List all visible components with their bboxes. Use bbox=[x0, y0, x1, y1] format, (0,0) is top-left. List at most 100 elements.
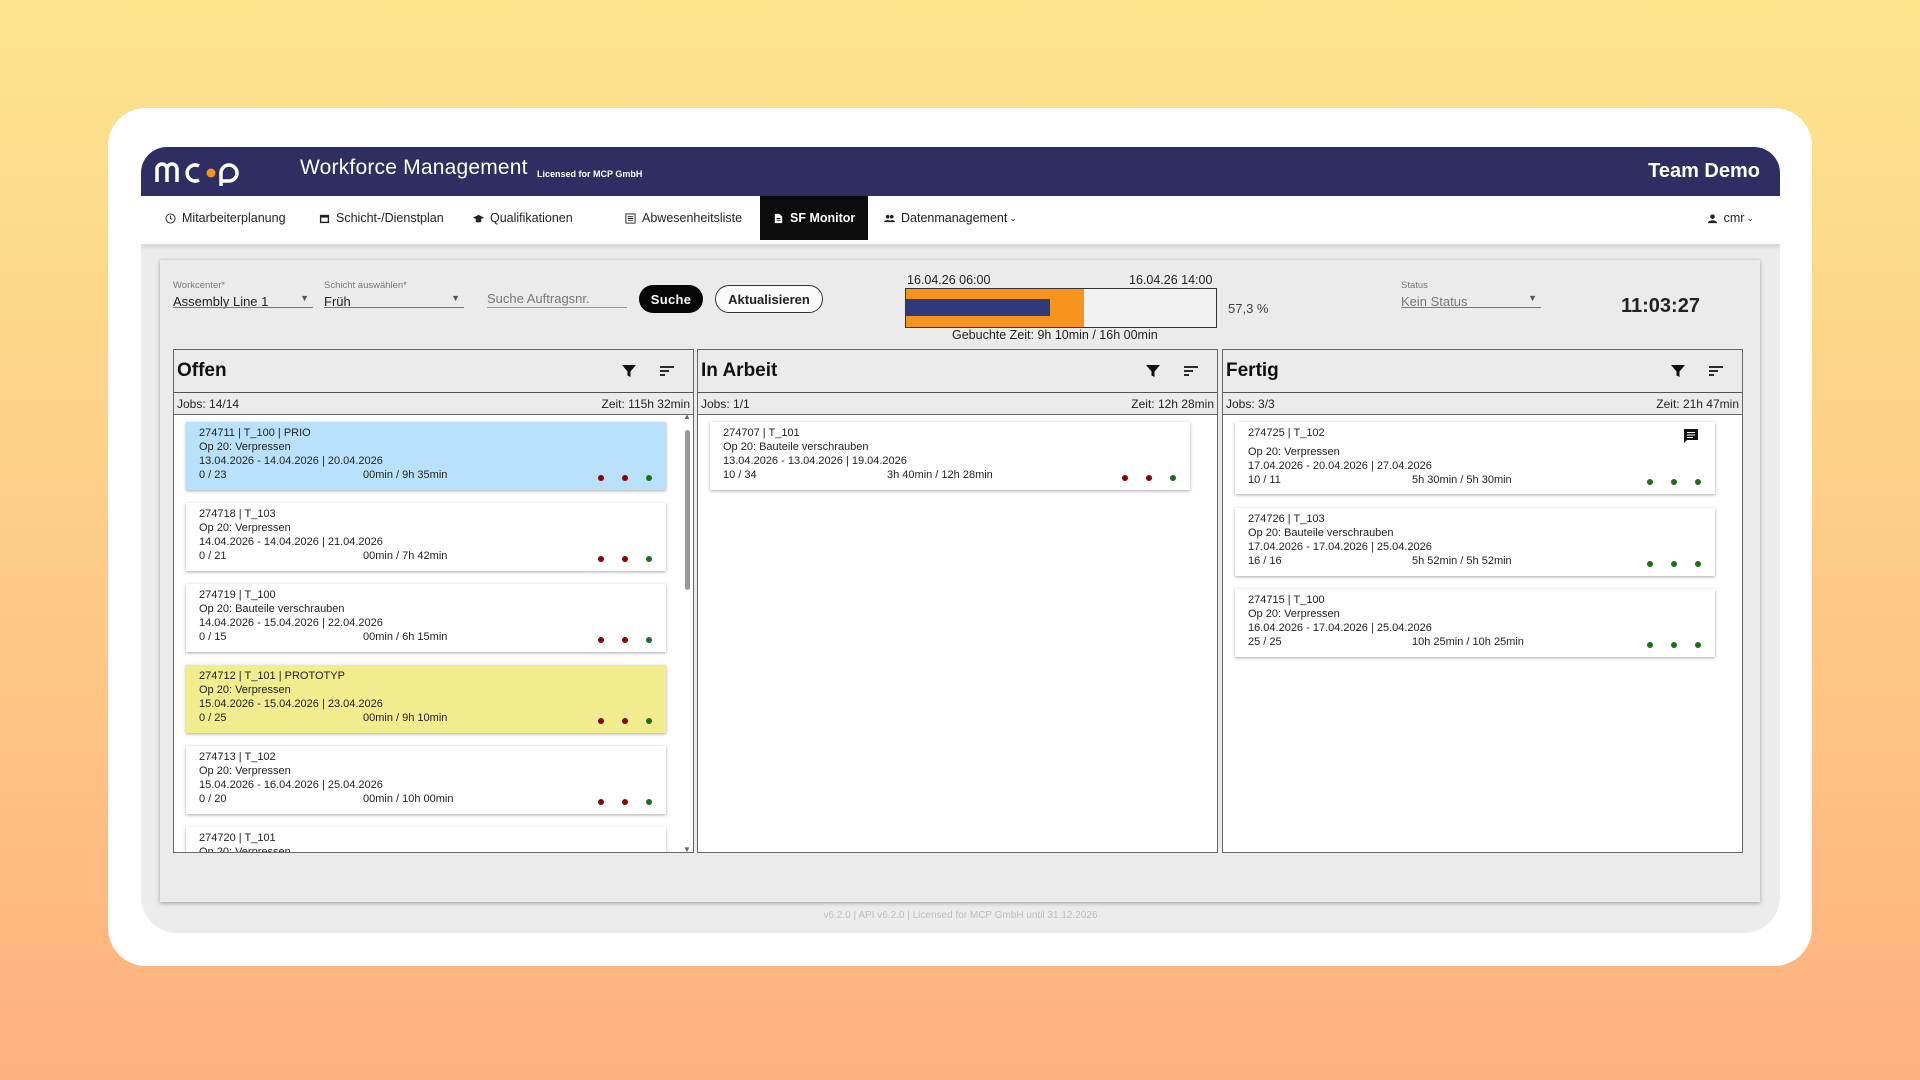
job-operation: Op 20: Verpressen bbox=[199, 684, 291, 696]
job-operation: Op 20: Verpressen bbox=[199, 441, 291, 453]
dropdown-caret-icon: ▼ bbox=[451, 293, 460, 303]
job-operation: Op 20: Bauteile verschrauben bbox=[723, 441, 869, 453]
graduation-cap-icon bbox=[473, 214, 484, 222]
scroll-thumb[interactable] bbox=[685, 430, 690, 590]
status-dot bbox=[598, 718, 604, 724]
workcenter-select[interactable]: Workcenter* Assembly Line 1 ▼ bbox=[173, 280, 313, 309]
comment-icon[interactable] bbox=[1683, 428, 1699, 444]
sort-icon[interactable] bbox=[1708, 363, 1724, 379]
sort-icon[interactable] bbox=[659, 363, 675, 379]
status-dot bbox=[598, 556, 604, 562]
dropdown-caret-icon: ▼ bbox=[1528, 293, 1537, 303]
job-card[interactable]: 274715 | T_100 Op 20: Verpressen 16.04.2… bbox=[1235, 589, 1715, 657]
chevron-down-icon: ⌄ bbox=[1009, 212, 1017, 223]
column-title: Offen bbox=[177, 360, 227, 381]
sort-icon[interactable] bbox=[1183, 363, 1199, 379]
app-window: Workforce Management Licensed for MCP Gm… bbox=[141, 147, 1780, 933]
job-operation: Op 20: Bauteile verschrauben bbox=[199, 603, 345, 615]
nav-mitarbeiterplanung[interactable]: Mitarbeiterplanung bbox=[155, 196, 296, 240]
status-dot bbox=[622, 718, 628, 724]
main-nav: Mitarbeiterplanung Schicht-/Dienstplan Q… bbox=[141, 196, 1780, 245]
jobs-count: Jobs: 14/14 bbox=[177, 397, 240, 411]
nav-schichtplan[interactable]: Schicht-/Dienstplan bbox=[309, 196, 454, 240]
app-title: Workforce Management bbox=[300, 156, 528, 179]
nav-sf-monitor[interactable]: SF Monitor bbox=[760, 196, 868, 240]
job-duration: 3h 40min / 12h 28min bbox=[887, 469, 993, 481]
booked-time-progress-bar bbox=[905, 288, 1217, 328]
progress-inner-bar bbox=[906, 299, 1051, 316]
search-button[interactable]: Suche bbox=[639, 285, 703, 313]
time-total: Zeit: 12h 28min bbox=[1131, 397, 1214, 411]
license-label: Licensed for MCP GmbH bbox=[537, 169, 643, 179]
job-operation: Op 20: Verpressen bbox=[199, 522, 291, 534]
job-quantity: 0 / 20 bbox=[199, 793, 227, 805]
job-quantity: 0 / 25 bbox=[199, 712, 227, 724]
nav-datenmanagement[interactable]: Datenmanagement ⌄ bbox=[874, 196, 1027, 240]
job-card[interactable]: 274711 | T_100 | PRIO Op 20: Verpressen … bbox=[186, 422, 666, 490]
job-id: 274711 | T_100 | PRIO bbox=[199, 427, 311, 439]
status-dot bbox=[1146, 475, 1152, 481]
column-title: In Arbeit bbox=[701, 360, 778, 381]
job-dates: 15.04.2026 - 16.04.2026 | 25.04.2026 bbox=[199, 779, 383, 791]
clock-icon bbox=[165, 212, 176, 224]
column-header: Fertig bbox=[1223, 350, 1742, 393]
job-card[interactable]: 274720 | T_101 Op 20: Verpressen bbox=[186, 827, 666, 852]
status-dot bbox=[646, 799, 652, 805]
status-dots bbox=[1122, 475, 1176, 481]
status-dot bbox=[1695, 479, 1701, 485]
filter-icon[interactable] bbox=[1670, 363, 1686, 379]
job-duration: 00min / 10h 00min bbox=[363, 793, 454, 805]
shift-label: Schicht auswählen* bbox=[324, 280, 407, 291]
nav-label: Schicht-/Dienstplan bbox=[336, 211, 444, 225]
nav-abwesenheitsliste[interactable]: Abwesenheitsliste bbox=[615, 196, 752, 240]
list-icon bbox=[625, 212, 636, 224]
job-dates: 13.04.2026 - 14.04.2026 | 20.04.2026 bbox=[199, 455, 383, 467]
column-summary: Jobs: 14/14 Zeit: 115h 32min bbox=[174, 393, 693, 415]
job-card[interactable]: 274719 | T_100 Op 20: Bauteile verschrau… bbox=[186, 584, 666, 652]
shift-end-time: 16.04.26 14:00 bbox=[1129, 273, 1213, 287]
order-search-input[interactable]: Suche Auftragsnr. bbox=[487, 280, 627, 308]
status-dot bbox=[622, 799, 628, 805]
status-dot bbox=[1671, 642, 1677, 648]
scroll-down-arrow-icon[interactable]: ▼ bbox=[683, 845, 691, 852]
booked-percent: 57,3 % bbox=[1228, 301, 1269, 316]
status-dot bbox=[646, 637, 652, 643]
current-time-clock: 11:03:27 bbox=[1621, 295, 1700, 317]
job-dates: 13.04.2026 - 13.04.2026 | 19.04.2026 bbox=[723, 455, 907, 467]
status-dots bbox=[598, 799, 652, 805]
job-card[interactable]: 274726 | T_103 Op 20: Bauteile verschrau… bbox=[1235, 508, 1715, 576]
shift-select[interactable]: Schicht auswählen* Früh ▼ bbox=[324, 280, 464, 309]
column-header: In Arbeit bbox=[698, 350, 1217, 393]
people-icon bbox=[884, 214, 895, 222]
status-dot bbox=[1671, 561, 1677, 567]
nav-label: Datenmanagement bbox=[901, 211, 1008, 225]
job-dates: 14.04.2026 - 15.04.2026 | 22.04.2026 bbox=[199, 617, 383, 629]
status-dot bbox=[1695, 561, 1701, 567]
sf-monitor-panel: Workcenter* Assembly Line 1 ▼ Schicht au… bbox=[160, 260, 1760, 902]
nav-qualifikationen[interactable]: Qualifikationen bbox=[463, 196, 583, 240]
filter-icon[interactable] bbox=[621, 363, 637, 379]
job-id: 274718 | T_103 bbox=[199, 508, 276, 520]
job-card[interactable]: 274712 | T_101 | PROTOTYP Op 20: Verpres… bbox=[186, 665, 666, 733]
job-dates: 14.04.2026 - 14.04.2026 | 21.04.2026 bbox=[199, 536, 383, 548]
job-card[interactable]: 274713 | T_102 Op 20: Verpressen 15.04.2… bbox=[186, 746, 666, 814]
filter-icon[interactable] bbox=[1145, 363, 1161, 379]
status-select[interactable]: Status Kein Status ▼ bbox=[1401, 280, 1541, 309]
user-menu[interactable]: cmr ⌄ bbox=[1697, 196, 1764, 240]
refresh-button[interactable]: Aktualisieren bbox=[715, 285, 823, 313]
job-duration: 5h 52min / 5h 52min bbox=[1412, 555, 1512, 567]
shift-start-time: 16.04.26 06:00 bbox=[907, 273, 991, 287]
job-duration: 00min / 7h 42min bbox=[363, 550, 448, 562]
scrollbar[interactable]: ▲ ▼ bbox=[683, 412, 691, 852]
column-header: Offen bbox=[174, 350, 693, 393]
job-quantity: 16 / 16 bbox=[1248, 555, 1282, 567]
chevron-down-icon: ⌄ bbox=[1746, 212, 1754, 223]
status-dot bbox=[1647, 561, 1653, 567]
status-dots bbox=[1647, 561, 1701, 567]
job-card[interactable]: 274718 | T_103 Op 20: Verpressen 14.04.2… bbox=[186, 503, 666, 571]
job-card[interactable]: 274725 | T_102 Op 20: Verpressen 17.04.2… bbox=[1235, 422, 1715, 494]
status-dot bbox=[622, 475, 628, 481]
scroll-up-arrow-icon[interactable]: ▲ bbox=[683, 412, 691, 421]
job-card[interactable]: 274707 | T_101 Op 20: Bauteile verschrau… bbox=[710, 422, 1190, 490]
search-placeholder: Suche Auftragsnr. bbox=[487, 291, 590, 306]
